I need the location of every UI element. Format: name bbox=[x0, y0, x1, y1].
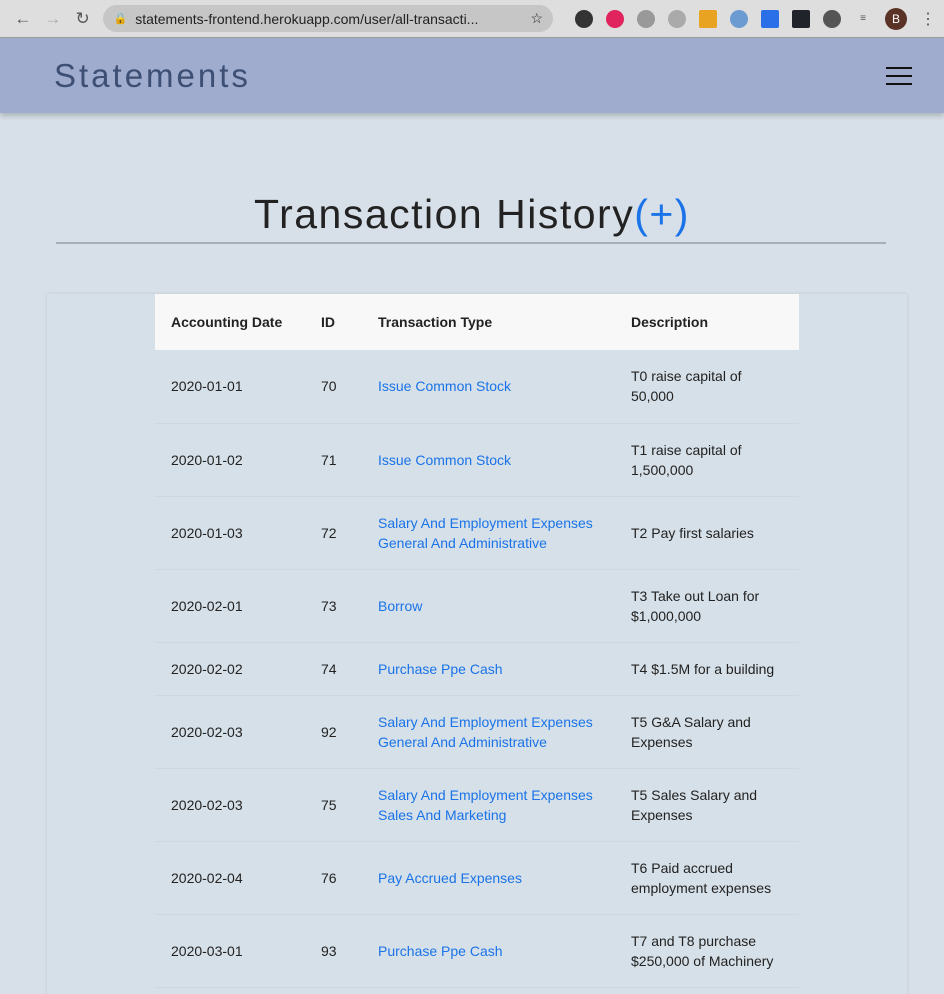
add-transaction-button[interactable]: (+) bbox=[634, 191, 690, 237]
transaction-type-link[interactable]: Salary And Employment Expenses bbox=[378, 787, 593, 803]
description-cell: T0 raise capital of 50,000 bbox=[615, 350, 799, 424]
transactions-table: Accounting Date ID Transaction Type Desc… bbox=[155, 294, 799, 988]
transactions-card: Accounting Date ID Transaction Type Desc… bbox=[47, 294, 907, 994]
date-cell: 2020-02-03 bbox=[155, 768, 305, 842]
description-cell: T2 Pay first salaries bbox=[615, 496, 799, 570]
forward-icon[interactable]: → bbox=[38, 9, 68, 29]
id-cell: 73 bbox=[305, 569, 362, 643]
transaction-type-link[interactable]: Issue Common Stock bbox=[378, 378, 511, 394]
table-row: 2020-01-02 71 Issue Common Stock T1 raise c… bbox=[155, 423, 799, 497]
menu-dots-icon[interactable]: ⋮ bbox=[920, 9, 936, 29]
table-row: 2020-02-03 75 Salary And Employment Expens… bbox=[155, 768, 799, 842]
extension-icon[interactable] bbox=[699, 9, 717, 28]
media-icon[interactable]: ≡ bbox=[854, 10, 872, 28]
puzzle-icon[interactable] bbox=[823, 9, 841, 28]
description-cell: T4 $1.5M for a building bbox=[615, 642, 799, 696]
column-header: Description bbox=[615, 294, 799, 350]
brand-logo[interactable]: Statements bbox=[54, 57, 251, 95]
table-row: 2020-01-03 72 Salary And Employment Expens… bbox=[155, 496, 799, 570]
transaction-type-link[interactable]: General And Administrative bbox=[378, 535, 547, 551]
table-row: 2020-02-04 76 Pay Accrued Expenses T6 Paid … bbox=[155, 841, 799, 915]
column-header: ID bbox=[305, 294, 362, 350]
profile-avatar[interactable]: B bbox=[885, 7, 907, 30]
id-cell: 92 bbox=[305, 695, 362, 769]
hamburger-menu-icon[interactable] bbox=[886, 66, 912, 85]
date-cell: 2020-03-01 bbox=[155, 914, 305, 988]
transaction-type-link[interactable]: Issue Common Stock bbox=[378, 452, 511, 468]
description-cell: T6 Paid accrued employment expenses bbox=[615, 841, 799, 915]
id-cell: 72 bbox=[305, 496, 362, 570]
extension-icon[interactable] bbox=[730, 9, 748, 28]
transaction-type-link[interactable]: Purchase Ppe Cash bbox=[378, 661, 503, 677]
back-icon[interactable]: ← bbox=[8, 9, 38, 29]
lock-icon: 🔒 bbox=[113, 13, 128, 25]
date-cell: 2020-02-02 bbox=[155, 642, 305, 696]
browser-toolbar: ← → ↻ 🔒 statements-frontend.herokuapp.co… bbox=[0, 0, 944, 38]
type-cell: Purchase Ppe Cash bbox=[362, 642, 615, 696]
id-cell: 75 bbox=[305, 768, 362, 842]
type-cell: Salary And Employment Expenses General An… bbox=[362, 496, 615, 570]
type-cell: Purchase Ppe Cash bbox=[362, 914, 615, 988]
transaction-type-link[interactable]: Purchase Ppe Cash bbox=[378, 943, 503, 959]
id-cell: 71 bbox=[305, 423, 362, 497]
table-row: 2020-02-02 74 Purchase Ppe Cash T4 $1.5M fo… bbox=[155, 642, 799, 696]
date-cell: 2020-01-02 bbox=[155, 423, 305, 497]
transaction-type-link[interactable]: Salary And Employment Expenses bbox=[378, 714, 593, 730]
star-icon[interactable]: ☆ bbox=[530, 10, 543, 27]
extension-icon[interactable] bbox=[575, 9, 593, 28]
table-row: 2020-02-01 73 Borrow T3 Take out Loan for $… bbox=[155, 569, 799, 643]
description-cell: T1 raise capital of 1,500,000 bbox=[615, 423, 799, 497]
type-cell: Pay Accrued Expenses bbox=[362, 841, 615, 915]
date-cell: 2020-02-01 bbox=[155, 569, 305, 643]
id-cell: 74 bbox=[305, 642, 362, 696]
id-cell: 93 bbox=[305, 914, 362, 988]
description-cell: T5 Sales Salary and Expenses bbox=[615, 768, 799, 842]
reload-icon[interactable]: ↻ bbox=[68, 9, 98, 29]
type-cell: Salary And Employment Expenses Sales And … bbox=[362, 768, 615, 842]
description-cell: T5 G&A Salary and Expenses bbox=[615, 695, 799, 769]
id-cell: 76 bbox=[305, 841, 362, 915]
transaction-type-link[interactable]: General And Administrative bbox=[378, 734, 547, 750]
react-icon[interactable] bbox=[792, 9, 810, 28]
description-cell: T7 and T8 purchase $250,000 of Machinery bbox=[615, 914, 799, 988]
description-cell: T3 Take out Loan for $1,000,000 bbox=[615, 569, 799, 643]
extension-icon[interactable] bbox=[637, 9, 655, 28]
table-row: 2020-03-01 93 Purchase Ppe Cash T7 and T8 p… bbox=[155, 914, 799, 988]
page-title: Transaction History(+) bbox=[0, 191, 944, 238]
date-cell: 2020-01-01 bbox=[155, 350, 305, 424]
url-text: statements-frontend.herokuapp.com/user/a… bbox=[135, 10, 479, 27]
page-title-text: Transaction History bbox=[254, 191, 635, 237]
date-cell: 2020-02-03 bbox=[155, 695, 305, 769]
date-cell: 2020-02-04 bbox=[155, 841, 305, 915]
table-header: Accounting Date ID Transaction Type Desc… bbox=[155, 294, 799, 350]
date-cell: 2020-01-03 bbox=[155, 496, 305, 570]
app-header: Statements bbox=[0, 38, 944, 113]
divider bbox=[56, 242, 886, 244]
transaction-type-link[interactable]: Sales And Marketing bbox=[378, 807, 506, 823]
address-bar[interactable]: 🔒 statements-frontend.herokuapp.com/user… bbox=[103, 5, 553, 32]
extension-icon[interactable] bbox=[606, 9, 624, 28]
table-row: 2020-02-03 92 Salary And Employment Expens… bbox=[155, 695, 799, 769]
type-cell: Salary And Employment Expenses General An… bbox=[362, 695, 615, 769]
id-cell: 70 bbox=[305, 350, 362, 424]
table-row: 2020-01-01 70 Issue Common Stock T0 raise c… bbox=[155, 350, 799, 424]
transaction-type-link[interactable]: Salary And Employment Expenses bbox=[378, 515, 593, 531]
eyedropper-icon[interactable] bbox=[761, 9, 779, 28]
type-cell: Issue Common Stock bbox=[362, 350, 615, 424]
column-header: Transaction Type bbox=[362, 294, 615, 350]
column-header: Accounting Date bbox=[155, 294, 305, 350]
transaction-type-link[interactable]: Pay Accrued Expenses bbox=[378, 870, 522, 886]
type-cell: Borrow bbox=[362, 569, 615, 643]
extension-icon[interactable] bbox=[668, 9, 686, 28]
type-cell: Issue Common Stock bbox=[362, 423, 615, 497]
transaction-type-link[interactable]: Borrow bbox=[378, 598, 422, 614]
